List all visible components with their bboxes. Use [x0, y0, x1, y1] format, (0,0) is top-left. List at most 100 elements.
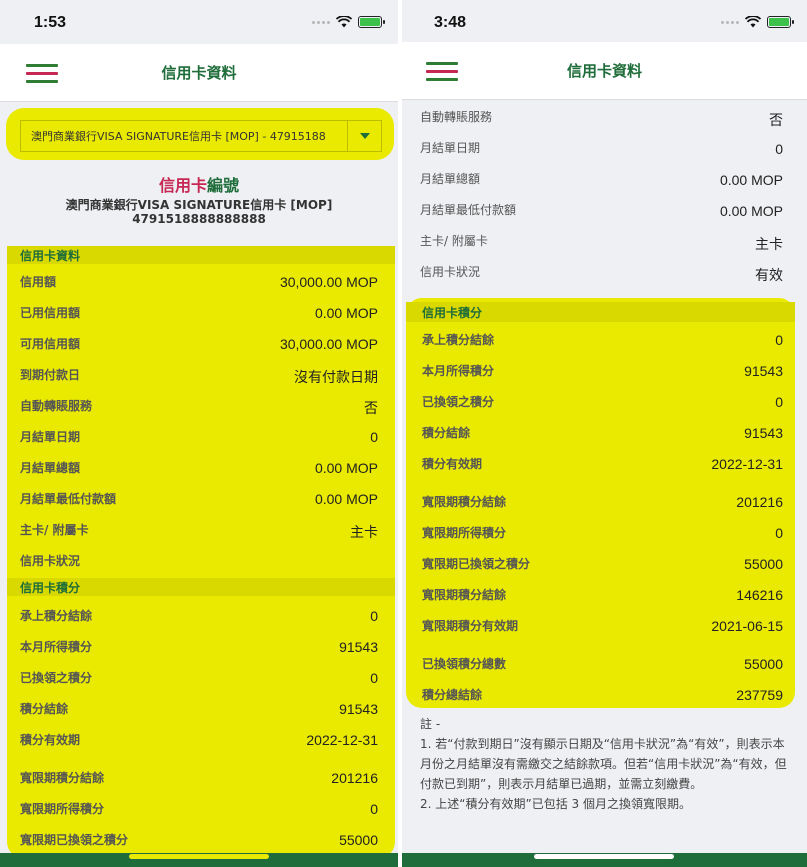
chevron-down-icon[interactable]: [347, 121, 381, 151]
row-label: 月結單總額: [20, 461, 81, 475]
row-value: 146216: [736, 587, 783, 603]
status-time: 1:53: [34, 14, 67, 31]
row-value: 0.00 MOP: [314, 460, 378, 476]
status-bar: 3:48: [402, 0, 807, 44]
signal-icon: [312, 20, 330, 24]
row-label: 已換領之積分: [422, 395, 495, 409]
card-select-highlight: 澳門商業銀行VISA SIGNATURE信用卡 [MOP] - 47915188: [6, 108, 394, 160]
row-value: 55000: [339, 832, 378, 848]
card-select-value: 澳門商業銀行VISA SIGNATURE信用卡 [MOP] - 47915188: [31, 130, 326, 143]
row-value: 主卡: [350, 524, 378, 540]
row-value: 201216: [736, 494, 783, 510]
section-title-points: 信用卡積分: [20, 581, 81, 595]
battery-icon: [358, 16, 385, 28]
notes-title: 註 -: [420, 717, 441, 731]
row-label: 到期付款日: [20, 368, 81, 382]
status-icons: [312, 16, 385, 28]
row-label: 已換領之積分: [20, 671, 93, 685]
row-label: 已用信用額: [20, 306, 81, 320]
row-value: 0: [775, 141, 783, 157]
row-value: 0: [775, 332, 783, 348]
row-value: 0: [775, 394, 783, 410]
row-value: 沒有付款日期: [294, 369, 378, 385]
row-label: 寬限期所得積分: [20, 802, 105, 816]
row-label: 主卡/ 附屬卡: [420, 234, 488, 248]
row-label: 已換領積分總數: [422, 657, 507, 671]
row-value: 0.00 MOP: [719, 172, 783, 188]
row-value: 否: [364, 400, 378, 416]
row-value: 30,000.00 MOP: [279, 274, 378, 290]
row-value: 91543: [744, 425, 783, 441]
row-label: 信用額: [20, 275, 57, 289]
row-value: 55000: [744, 656, 783, 672]
status-icons: [721, 16, 794, 28]
section-title-points: 信用卡積分: [422, 306, 483, 320]
page-title: 信用卡資料: [161, 64, 237, 82]
row-value: 0: [775, 525, 783, 541]
row-value: 0: [370, 670, 378, 686]
row-value: 91543: [339, 701, 378, 717]
row-label: 月結單日期: [420, 141, 481, 155]
card-select-dropdown[interactable]: 澳門商業銀行VISA SIGNATURE信用卡 [MOP] - 47915188: [20, 120, 382, 152]
row-value: 否: [769, 112, 783, 128]
row-label: 積分總結餘: [422, 688, 483, 702]
nav-bar: 信用卡資料: [0, 44, 398, 102]
row-value: 0.00 MOP: [314, 491, 378, 507]
row-label: 可用信用額: [20, 337, 81, 351]
row-value: 0: [370, 608, 378, 624]
wifi-icon: [336, 16, 352, 28]
row-value: 0.00 MOP: [719, 203, 783, 219]
row-value: 0: [370, 429, 378, 445]
row-label: 寬限期所得積分: [422, 526, 507, 540]
row-label: 主卡/ 附屬卡: [20, 523, 89, 537]
row-value: 2022-12-31: [711, 456, 783, 472]
right-screen: 3:48 信用卡資料 自動轉賬服務 否 月結單日期 0 月結單總額 0.00 M…: [402, 0, 807, 867]
row-label: 信用卡狀況: [420, 265, 481, 279]
row-label: 月結單最低付款額: [20, 492, 117, 506]
status-bar: 1:53: [0, 0, 398, 44]
row-value: 91543: [339, 639, 378, 655]
row-label: 承上積分結餘: [422, 333, 495, 347]
section-title-card-info: 信用卡資料: [20, 249, 81, 263]
battery-icon: [767, 16, 794, 28]
card-number-heading: 信用卡編號: [158, 176, 240, 195]
left-screen: 1:53 信用卡資料 澳門商業銀行VISA SIGNATURE信用卡 [MOP]…: [0, 0, 398, 867]
row-value: 0.00 MOP: [314, 305, 378, 321]
row-label: 寬限期積分有效期: [422, 619, 519, 633]
row-value: 237759: [736, 687, 783, 703]
row-label: 信用卡狀況: [20, 554, 81, 568]
home-indicator[interactable]: [129, 854, 269, 859]
wifi-icon: [745, 16, 761, 28]
home-indicator[interactable]: [534, 854, 674, 859]
row-label: 本月所得積分: [20, 640, 93, 654]
row-value: 30,000.00 MOP: [279, 336, 378, 352]
row-value: 55000: [744, 556, 783, 572]
row-label: 積分有效期: [20, 733, 81, 747]
card-number: 4791518888888888: [132, 212, 266, 226]
row-label: 寬限期已換領之積分: [422, 557, 531, 571]
row-value: 有效: [755, 267, 783, 283]
row-label: 寬限期積分結餘: [422, 495, 507, 509]
row-label: 本月所得積分: [422, 364, 495, 378]
status-time: 3:48: [434, 14, 467, 31]
nav-bar: 信用卡資料: [402, 42, 807, 100]
row-label: 積分結餘: [422, 426, 471, 440]
row-label: 寬限期積分結餘: [422, 588, 507, 602]
row-value: 2021-06-15: [711, 618, 783, 634]
notes: 註 - 1. 若“付款到期日”沒有顯示日期及“信用卡狀況”為“有效”，則表示本月…: [420, 714, 794, 814]
row-label: 月結單日期: [20, 430, 81, 444]
row-value: 2022-12-31: [306, 732, 378, 748]
row-label: 積分有效期: [422, 457, 483, 471]
row-value: 主卡: [755, 236, 783, 252]
notes-item-1: 1. 若“付款到期日”沒有顯示日期及“信用卡狀況”為“有效”，則表示本月份之月結…: [420, 737, 787, 791]
row-label: 寬限期已換領之積分: [20, 833, 129, 847]
signal-icon: [721, 20, 739, 24]
card-name: 澳門商業銀行VISA SIGNATURE信用卡 [MOP]: [65, 198, 333, 212]
row-label: 月結單總額: [420, 172, 481, 186]
row-value: 91543: [744, 363, 783, 379]
row-label: 月結單最低付款額: [420, 203, 517, 217]
row-label: 承上積分結餘: [20, 609, 93, 623]
row-label: 寬限期積分結餘: [20, 771, 105, 785]
row-label: 積分結餘: [20, 702, 69, 716]
row-value: 201216: [331, 770, 378, 786]
